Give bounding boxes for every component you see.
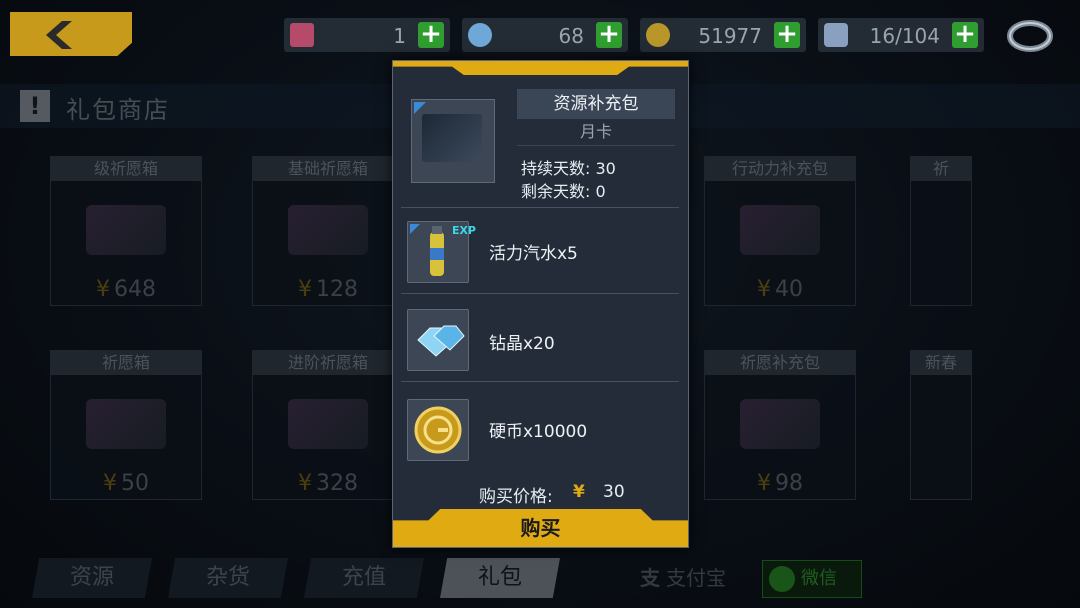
remaining-days: 剩余天数: 0 bbox=[521, 182, 606, 201]
resource-energy: 1 + bbox=[284, 18, 450, 52]
coin-icon bbox=[646, 23, 670, 47]
gold-coin-icon bbox=[414, 406, 462, 454]
ring-icon[interactable] bbox=[1006, 18, 1054, 54]
divider bbox=[401, 293, 679, 294]
buy-button[interactable]: 购买 bbox=[393, 509, 688, 547]
add-energy-button[interactable]: + bbox=[418, 21, 444, 48]
corner-flag-icon bbox=[414, 102, 426, 114]
exp-badge: EXP bbox=[451, 224, 476, 237]
add-diamond-button[interactable]: + bbox=[596, 21, 622, 48]
price-value: 30 bbox=[603, 482, 625, 502]
resource-value: 68 bbox=[558, 24, 584, 48]
duration-days: 持续天数: 30 bbox=[521, 159, 616, 178]
resource-stamina: 16/104 + bbox=[818, 18, 984, 52]
resource-diamond: 68 + bbox=[462, 18, 628, 52]
dialog-top-trim bbox=[393, 61, 688, 75]
divider bbox=[401, 381, 679, 382]
crystal-icon bbox=[417, 325, 465, 357]
pack-type: 月卡 bbox=[517, 119, 675, 146]
diamond-icon bbox=[468, 23, 492, 47]
pack-thumbnail bbox=[411, 99, 495, 183]
item-label: 钻晶x20 bbox=[489, 334, 555, 354]
stamina-icon bbox=[824, 23, 848, 47]
pack-name: 资源补充包 bbox=[517, 89, 675, 119]
price-label: 购买价格: bbox=[479, 487, 553, 507]
add-stamina-button[interactable]: + bbox=[952, 21, 978, 48]
back-button[interactable] bbox=[10, 12, 132, 56]
resource-value: 51977 bbox=[698, 24, 762, 48]
resource-value: 1 bbox=[393, 24, 406, 48]
item-thumbnail bbox=[407, 309, 469, 371]
gift-pack-dialog: 资源补充包 月卡 持续天数: 30 剩余天数: 0 EXP 活力汽水x5 钻晶x… bbox=[392, 60, 689, 548]
item-thumbnail bbox=[407, 399, 469, 461]
item-label: 活力汽水x5 bbox=[489, 244, 578, 264]
item-label: 硬币x10000 bbox=[489, 422, 588, 442]
add-coin-button[interactable]: + bbox=[774, 21, 800, 48]
resource-coin: 51977 + bbox=[640, 18, 806, 52]
divider bbox=[401, 207, 679, 208]
item-thumbnail: EXP bbox=[407, 221, 476, 283]
monthly-card-icon bbox=[422, 114, 482, 162]
chevron-left-icon bbox=[46, 21, 72, 49]
resource-value: 16/104 bbox=[869, 24, 940, 48]
energy-chip-icon bbox=[290, 23, 314, 47]
yen-icon: ¥ bbox=[573, 482, 585, 502]
